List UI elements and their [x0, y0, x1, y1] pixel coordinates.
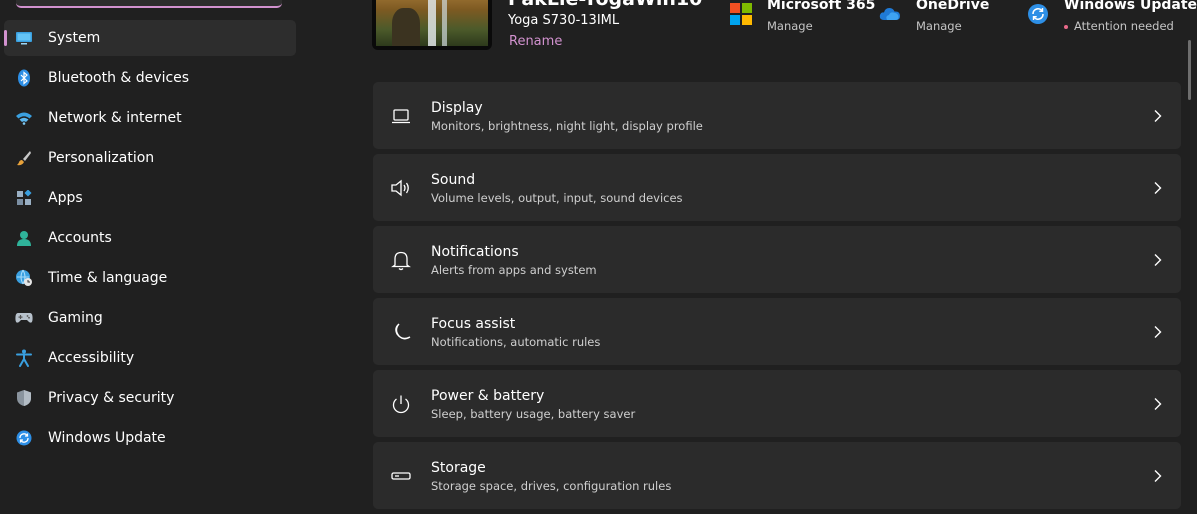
quick-link-subtitle: Manage [916, 19, 962, 33]
card-title: Power & battery [431, 388, 545, 404]
onedrive-cloud-icon [879, 3, 901, 25]
wifi-icon [15, 109, 33, 127]
settings-card-display[interactable]: Display Monitors, brightness, night ligh… [373, 82, 1181, 149]
sidebar-item-privacy-security[interactable]: Privacy & security [4, 380, 296, 416]
globe-clock-icon [15, 269, 33, 287]
card-title: Display [431, 100, 483, 116]
card-subtitle: Storage space, drives, configuration rul… [431, 479, 672, 493]
system-monitor-icon [15, 29, 33, 47]
microsoft-logo-icon [730, 3, 752, 25]
bluetooth-icon [15, 69, 33, 87]
sidebar-item-personalization[interactable]: Personalization [4, 140, 296, 176]
attention-dot [1064, 24, 1068, 29]
sidebar-item-accounts[interactable]: Accounts [4, 220, 296, 256]
sidebar-item-label: Apps [48, 190, 83, 206]
sidebar-item-label: Gaming [48, 310, 103, 326]
settings-card-focus-assist[interactable]: Focus assist Notifications, automatic ru… [373, 298, 1181, 365]
settings-card-power-battery[interactable]: Power & battery Sleep, battery usage, ba… [373, 370, 1181, 437]
quick-link-title: Windows Update [1064, 0, 1197, 13]
card-title: Focus assist [431, 316, 516, 332]
settings-card-storage[interactable]: Storage Storage space, drives, configura… [373, 442, 1181, 509]
card-title: Storage [431, 460, 486, 476]
shield-icon [15, 389, 33, 407]
speaker-icon [390, 177, 412, 199]
sidebar-item-label: System [48, 30, 101, 46]
sidebar-item-windows-update[interactable]: Windows Update [4, 420, 296, 456]
sidebar-item-bluetooth[interactable]: Bluetooth & devices [4, 60, 296, 96]
apps-icon [15, 189, 33, 207]
laptop-icon [390, 105, 412, 127]
device-model: Yoga S730-13IML [508, 13, 620, 28]
accessibility-icon [15, 349, 33, 367]
quick-link-subtitle: Attention needed [1064, 19, 1174, 33]
quick-link-subtitle: Manage [767, 19, 813, 33]
quick-link-title: Microsoft 365 [767, 0, 876, 13]
chevron-right-icon [1151, 468, 1163, 482]
sidebar-item-label: Windows Update [48, 430, 166, 446]
sidebar-item-apps[interactable]: Apps [4, 180, 296, 216]
sidebar-item-accessibility[interactable]: Accessibility [4, 340, 296, 376]
search-input[interactable] [16, 0, 282, 8]
card-subtitle: Notifications, automatic rules [431, 335, 601, 349]
sidebar-item-label: Accessibility [48, 350, 135, 366]
settings-list: Display Monitors, brightness, night ligh… [373, 82, 1181, 514]
sidebar-item-label: Time & language [48, 270, 168, 286]
card-title: Sound [431, 172, 476, 188]
sidebar-nav: System Bluetooth & devices Network & int… [4, 20, 296, 460]
chevron-right-icon [1151, 180, 1163, 194]
sidebar-item-network[interactable]: Network & internet [4, 100, 296, 136]
chevron-right-icon [1151, 108, 1163, 122]
settings-card-notifications[interactable]: Notifications Alerts from apps and syste… [373, 226, 1181, 293]
sidebar-item-label: Bluetooth & devices [48, 70, 190, 86]
card-subtitle: Sleep, battery usage, battery saver [431, 407, 636, 421]
card-title: Notifications [431, 244, 519, 260]
chevron-right-icon [1151, 252, 1163, 266]
paintbrush-icon [15, 149, 33, 167]
sidebar-item-time-language[interactable]: Time & language [4, 260, 296, 296]
scrollbar-thumb[interactable] [1188, 40, 1191, 100]
sidebar-item-label: Personalization [48, 150, 155, 166]
card-subtitle: Alerts from apps and system [431, 263, 597, 277]
sidebar-item-gaming[interactable]: Gaming [4, 300, 296, 336]
chevron-right-icon [1151, 324, 1163, 338]
sidebar-item-label: Accounts [48, 230, 112, 246]
bell-icon [390, 249, 412, 271]
device-wallpaper-thumbnail [372, 0, 492, 50]
sidebar-item-label: Privacy & security [48, 390, 175, 406]
quick-link-title: OneDrive [916, 0, 990, 13]
drive-icon [390, 465, 412, 487]
controller-icon [15, 309, 33, 327]
power-icon [390, 393, 412, 415]
person-icon [15, 229, 33, 247]
settings-card-sound[interactable]: Sound Volume levels, output, input, soun… [373, 154, 1181, 221]
card-subtitle: Volume levels, output, input, sound devi… [431, 191, 683, 205]
chevron-right-icon [1151, 396, 1163, 410]
card-subtitle: Monitors, brightness, night light, displ… [431, 119, 703, 133]
attention-text: Attention needed [1074, 19, 1174, 33]
rename-link[interactable]: Rename [509, 34, 562, 49]
device-name: PakLie-YogaWin10 [508, 0, 702, 10]
sync-icon [15, 429, 33, 447]
windows-update-icon [1027, 3, 1049, 25]
sidebar-item-system[interactable]: System [4, 20, 296, 56]
moon-icon [390, 321, 412, 343]
sidebar-item-label: Network & internet [48, 110, 182, 126]
